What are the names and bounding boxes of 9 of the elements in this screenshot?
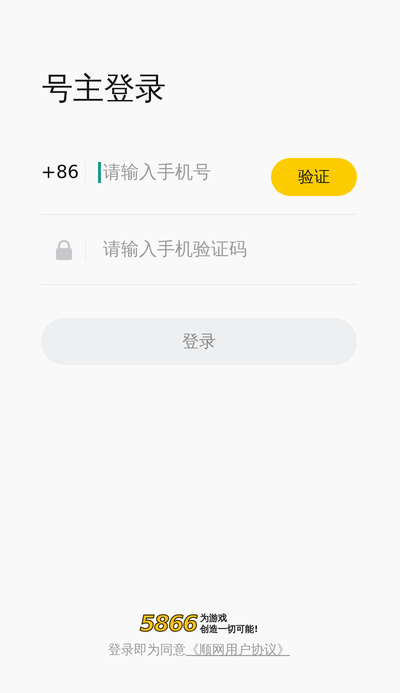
code-field[interactable]: 请输入手机验证码 — [98, 239, 357, 260]
agreement-text: 登录即为同意《顺网用户协议》 — [108, 642, 290, 659]
phone-field[interactable]: 请输入手机号 — [98, 162, 263, 182]
logo-slogan: 为游戏 创造一切可能! — [200, 614, 258, 636]
country-code[interactable]: +86 — [41, 162, 85, 182]
lock-icon — [55, 240, 73, 260]
verify-button[interactable]: 验证 — [271, 158, 357, 196]
logo-mark: 5866 — [140, 612, 198, 637]
page-title: 号主登录 — [42, 70, 167, 109]
